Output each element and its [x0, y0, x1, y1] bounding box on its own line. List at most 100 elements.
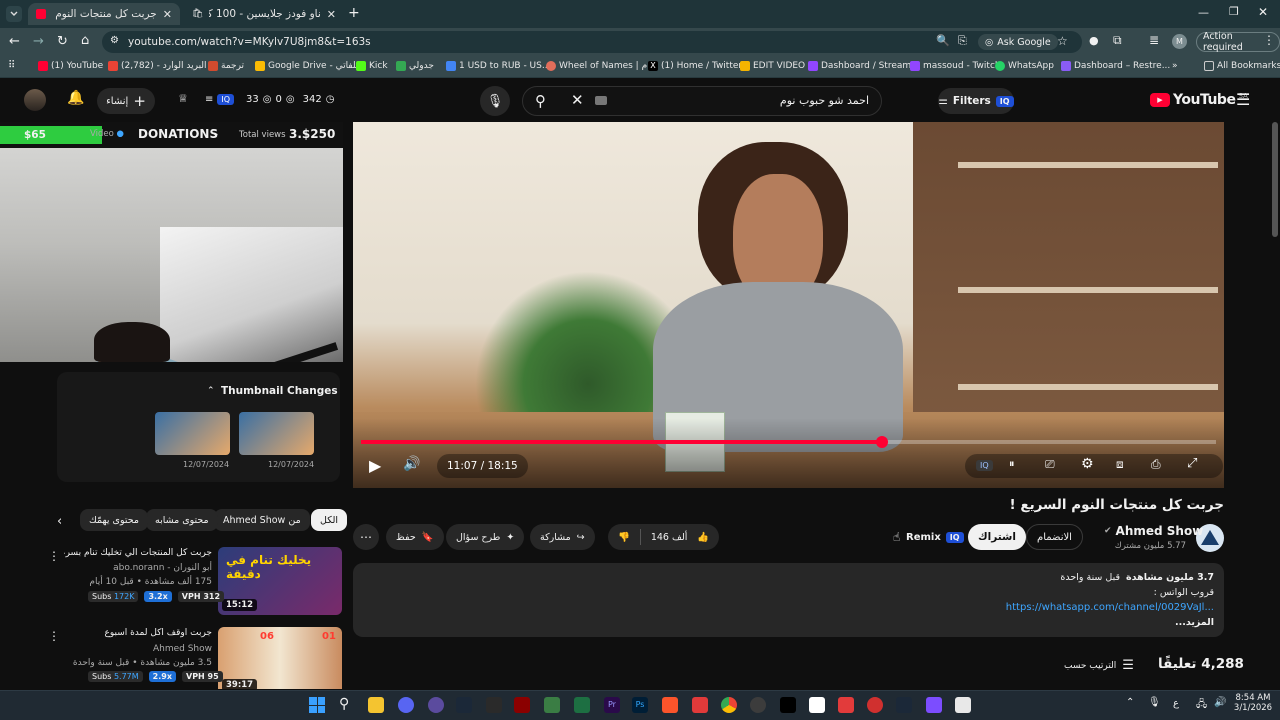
filters-button[interactable]: ⚌ Filters IQ: [938, 88, 1014, 114]
search-icon[interactable]: ⚲: [339, 696, 349, 712]
mic-tray-icon[interactable]: 🎙: [1148, 697, 1161, 708]
ask-button[interactable]: طرح سؤال ✦: [446, 524, 525, 550]
bookmark-item[interactable]: (1) YouTube: [38, 61, 103, 71]
trophy-icon[interactable]: ♕: [178, 92, 188, 105]
channel-name[interactable]: ✔ Ahmed Show: [1104, 524, 1203, 538]
premiere-icon[interactable]: Pr: [604, 697, 620, 713]
photoshop-icon[interactable]: Ps: [632, 697, 648, 713]
chip-for-you[interactable]: محتوى يهمّك: [80, 509, 148, 531]
sort-button[interactable]: الترتيب حسب ☰: [1064, 658, 1134, 673]
steam-icon[interactable]: [896, 697, 912, 713]
kebab-menu-icon[interactable]: ⋮: [48, 629, 60, 643]
close-window-button[interactable]: ✕: [1258, 5, 1268, 19]
more-actions-icon[interactable]: ⋯: [353, 524, 379, 550]
bookmark-item[interactable]: Dashboard / Stream...: [808, 61, 920, 71]
tray-chevron-icon[interactable]: ⌃: [1126, 697, 1134, 708]
list-item[interactable]: 06 01 39:17 ⋮ جربت اوقف اكل لمدة اسبوع A…: [44, 625, 342, 689]
clear-search-icon[interactable]: ✕: [571, 91, 584, 109]
bookmark-item[interactable]: Dashboard – Restre...: [1061, 61, 1170, 71]
page-scrollbar[interactable]: [1272, 122, 1278, 237]
steam-icon[interactable]: [456, 697, 472, 713]
bookmark-item[interactable]: X (1) Home / Twitter: [648, 61, 742, 71]
notifications-bell-icon[interactable]: 🔔: [67, 90, 84, 106]
media-player-icon[interactable]: [428, 697, 444, 713]
clock[interactable]: 8:54 AM 3/1/2026: [1232, 693, 1274, 713]
whatsapp-link[interactable]: https://whatsapp.com/channel/0029VaJl...: [1006, 602, 1214, 613]
all-bookmarks-folder[interactable]: All Bookmarks: [1204, 61, 1280, 71]
bookmark-item[interactable]: ترجمة: [208, 61, 244, 71]
new-tab-button[interactable]: +: [348, 5, 360, 21]
file-explorer-icon[interactable]: [368, 697, 384, 713]
chevron-up-icon[interactable]: ⌃: [207, 386, 215, 396]
thumbnail-image[interactable]: [155, 412, 230, 455]
bookmark-item[interactable]: Wheel of Names | م...: [546, 61, 656, 71]
reload-icon[interactable]: ↻: [57, 34, 68, 49]
app-icon[interactable]: [544, 697, 560, 713]
app-icon[interactable]: [838, 697, 854, 713]
chip-similar[interactable]: محتوى مشابه: [146, 509, 218, 531]
bookmark-item[interactable]: EDIT VIDEO: [740, 61, 805, 71]
hamburger-menu-icon[interactable]: ☰: [1236, 90, 1250, 109]
more-bookmarks-icon[interactable]: »: [1172, 61, 1178, 71]
extension-icon[interactable]: ●: [1089, 34, 1099, 47]
puzzle-icon[interactable]: ⧉: [1113, 33, 1122, 48]
apps-grid-icon[interactable]: ⠿: [8, 60, 15, 71]
pause-icon[interactable]: ⏸: [1009, 457, 1015, 471]
site-info-icon[interactable]: ⚙: [110, 35, 119, 46]
avatar[interactable]: [24, 89, 46, 111]
subscribe-button[interactable]: اشتراك: [968, 524, 1026, 550]
list-item[interactable]: يخليك تنام في دقيقة 15:12 ⋮ جربت كل المن…: [44, 545, 342, 617]
discord-icon[interactable]: [398, 697, 414, 713]
profile-avatar[interactable]: M: [1172, 34, 1187, 49]
minimize-button[interactable]: —: [1198, 6, 1209, 19]
chip-from-channel[interactable]: من Ahmed Show: [214, 509, 310, 531]
back-arrow-icon[interactable]: ←: [9, 34, 20, 49]
calculator-icon[interactable]: [955, 697, 971, 713]
fullscreen-icon[interactable]: ⤢: [1187, 456, 1197, 471]
search-icon[interactable]: ⚲: [535, 92, 546, 110]
app-icon[interactable]: [809, 697, 825, 713]
install-app-icon[interactable]: ⎘: [958, 34, 967, 48]
close-tab-icon[interactable]: ✕: [327, 8, 336, 21]
share-button[interactable]: مشاركة ↪: [530, 524, 595, 550]
search-bar[interactable]: ⚲ ✕ احمد شو حبوب نوم: [522, 86, 882, 116]
join-button[interactable]: الانضمام: [1026, 524, 1083, 550]
vidiq-stats[interactable]: ≡ IQ 33 ◎ 0 ◎ 342 ◷: [205, 94, 334, 105]
tab-search-icon[interactable]: [6, 6, 22, 22]
tab-active[interactable]: جربت كل منتجات النوم السريع ! ✕: [28, 3, 180, 25]
create-button[interactable]: إنشاء +: [97, 88, 155, 114]
url-text[interactable]: youtube.com/watch?v=MKylv7U8jm8&t=163s: [128, 36, 371, 48]
description-box[interactable]: 3.7 مليون مشاهدة قبل سنة واحدة قروب الوات…: [353, 563, 1224, 637]
play-icon[interactable]: ▶: [369, 456, 381, 475]
miniplayer-icon[interactable]: ⧈: [1116, 457, 1124, 472]
save-button[interactable]: حفظ 🔖: [386, 524, 444, 550]
video-thumbnail[interactable]: 06 01 39:17: [218, 627, 342, 689]
close-tab-icon[interactable]: ✕: [163, 8, 172, 21]
capcut-icon[interactable]: [780, 697, 796, 713]
cast-icon[interactable]: ⎙: [1151, 457, 1161, 472]
show-more-link[interactable]: ...المزيد: [1175, 617, 1214, 628]
media-queue-icon[interactable]: ≣: [1149, 33, 1159, 47]
bookmark-item[interactable]: جدولي: [396, 61, 434, 71]
bookmark-star-icon[interactable]: ☆: [1057, 34, 1068, 48]
app-icon[interactable]: [514, 697, 530, 713]
voice-search-icon[interactable]: 🎙: [480, 86, 510, 116]
app-icon[interactable]: [692, 697, 708, 713]
brave-icon[interactable]: [662, 697, 678, 713]
ask-google-button[interactable]: ◎ Ask Google: [978, 34, 1058, 50]
kebab-menu-icon[interactable]: ⋮: [1263, 33, 1275, 47]
obs-icon[interactable]: [750, 697, 766, 713]
search-input[interactable]: احمد شو حبوب نوم: [780, 94, 869, 107]
volume-icon[interactable]: 🔊: [403, 456, 420, 472]
keyboard-icon[interactable]: [595, 96, 607, 105]
dislike-icon[interactable]: 👎: [618, 532, 630, 543]
language-indicator[interactable]: ع: [1173, 698, 1179, 709]
like-count[interactable]: 146 ألف: [651, 532, 688, 543]
tab-inactive[interactable]: 🛍 ناو فودز جلايسين - 100 كبسولة ... ✕: [184, 3, 344, 25]
chip-all[interactable]: الكل: [311, 509, 347, 531]
maximize-button[interactable]: ❐: [1229, 5, 1239, 18]
epic-games-icon[interactable]: [486, 697, 502, 713]
network-icon[interactable]: 🖧: [1196, 697, 1207, 714]
omnibox[interactable]: ⚙ youtube.com/watch?v=MKylv7U8jm8&t=163s…: [102, 31, 1082, 53]
windows-start-icon[interactable]: [309, 697, 325, 713]
